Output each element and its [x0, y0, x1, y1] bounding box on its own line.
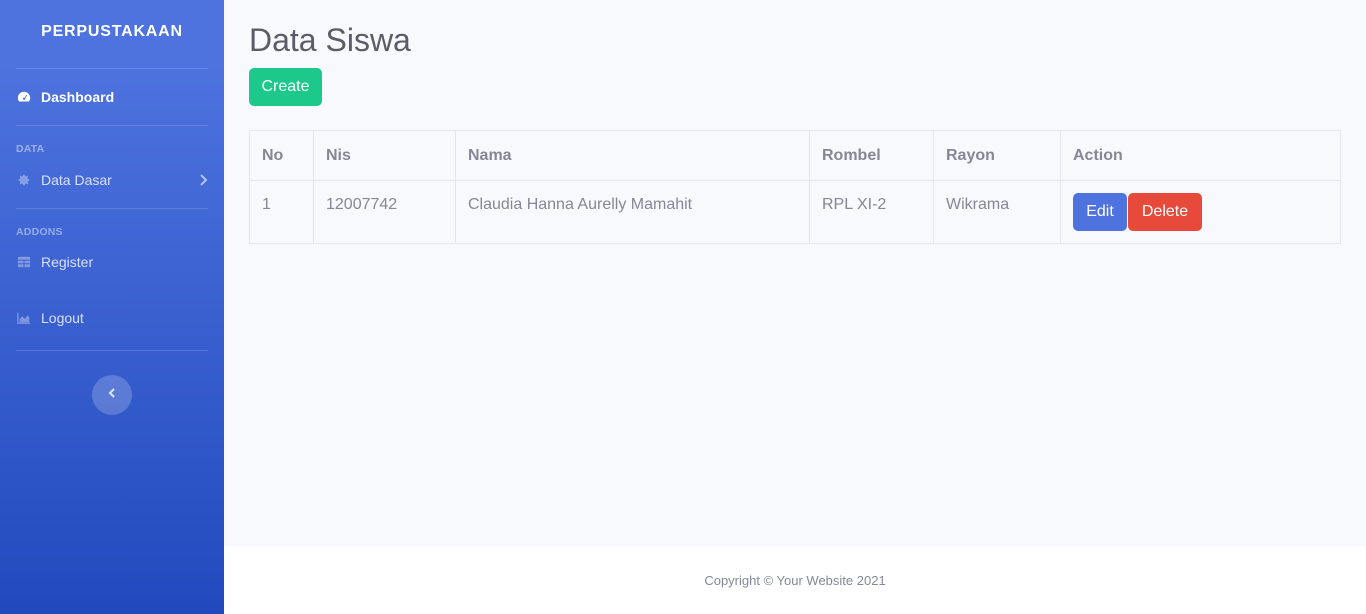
copyright-text: Copyright © Your Website 2021 [704, 572, 886, 588]
sidebar-item-data-dasar[interactable]: Data Dasar [0, 155, 224, 205]
cell-nis: 12007742 [313, 180, 456, 244]
sidebar-item-label: Data Dasar [41, 172, 112, 188]
page-title: Data Siswa [249, 22, 411, 58]
footer: Copyright © Your Website 2021 [224, 546, 1366, 614]
sidebar: PERPUSTAKAAN Dashboard DATA Data Dasar A… [0, 0, 224, 614]
sidebar-divider [16, 350, 208, 351]
cell-actions: Edit Delete [1060, 180, 1341, 244]
chart-area-icon [16, 310, 32, 326]
column-header-rombel: Rombel [809, 130, 934, 181]
create-button[interactable]: Create [249, 68, 322, 106]
column-header-action: Action [1060, 130, 1341, 181]
sidebar-item-label: Logout [41, 310, 84, 326]
sidebar-item-label: Dashboard [41, 89, 115, 105]
gear-icon [16, 172, 32, 188]
column-header-rayon: Rayon [933, 130, 1061, 181]
table-header-row: No Nis Nama Rombel Rayon Action [249, 130, 1341, 181]
delete-button[interactable]: Delete [1128, 193, 1202, 231]
sidebar-item-dashboard[interactable]: Dashboard [0, 69, 224, 125]
cell-rayon: Wikrama [933, 180, 1061, 244]
sidebar-item-logout[interactable]: Logout [0, 286, 224, 350]
chevron-left-icon [107, 386, 117, 404]
sidebar-heading-data: DATA [16, 143, 45, 155]
cell-rombel: RPL XI-2 [809, 180, 934, 244]
cell-no: 1 [249, 180, 314, 244]
sidebar-brand[interactable]: PERPUSTAKAAN [0, 0, 224, 68]
sidebar-item-label: Register [41, 254, 94, 270]
table-icon [16, 254, 32, 270]
sidebar-item-register[interactable]: Register [0, 238, 224, 286]
tachometer-icon [16, 89, 32, 105]
sidebar-heading-addons: ADDONS [16, 226, 63, 238]
chevron-right-icon [198, 174, 208, 186]
sidebar-divider [16, 125, 208, 126]
edit-button[interactable]: Edit [1073, 193, 1127, 231]
column-header-nama: Nama [455, 130, 810, 181]
column-header-no: No [249, 130, 314, 181]
table-row: 1 12007742 Claudia Hanna Aurelly Mamahit… [249, 180, 1341, 244]
students-table: No Nis Nama Rombel Rayon Action 1 120077… [249, 130, 1341, 244]
cell-nama: Claudia Hanna Aurelly Mamahit [455, 180, 810, 244]
column-header-nis: Nis [313, 130, 456, 181]
sidebar-divider [16, 208, 208, 209]
sidebar-toggle-button[interactable] [92, 375, 132, 415]
main-content: Data Siswa Create No Nis Nama Rombel Ray… [224, 0, 1366, 546]
